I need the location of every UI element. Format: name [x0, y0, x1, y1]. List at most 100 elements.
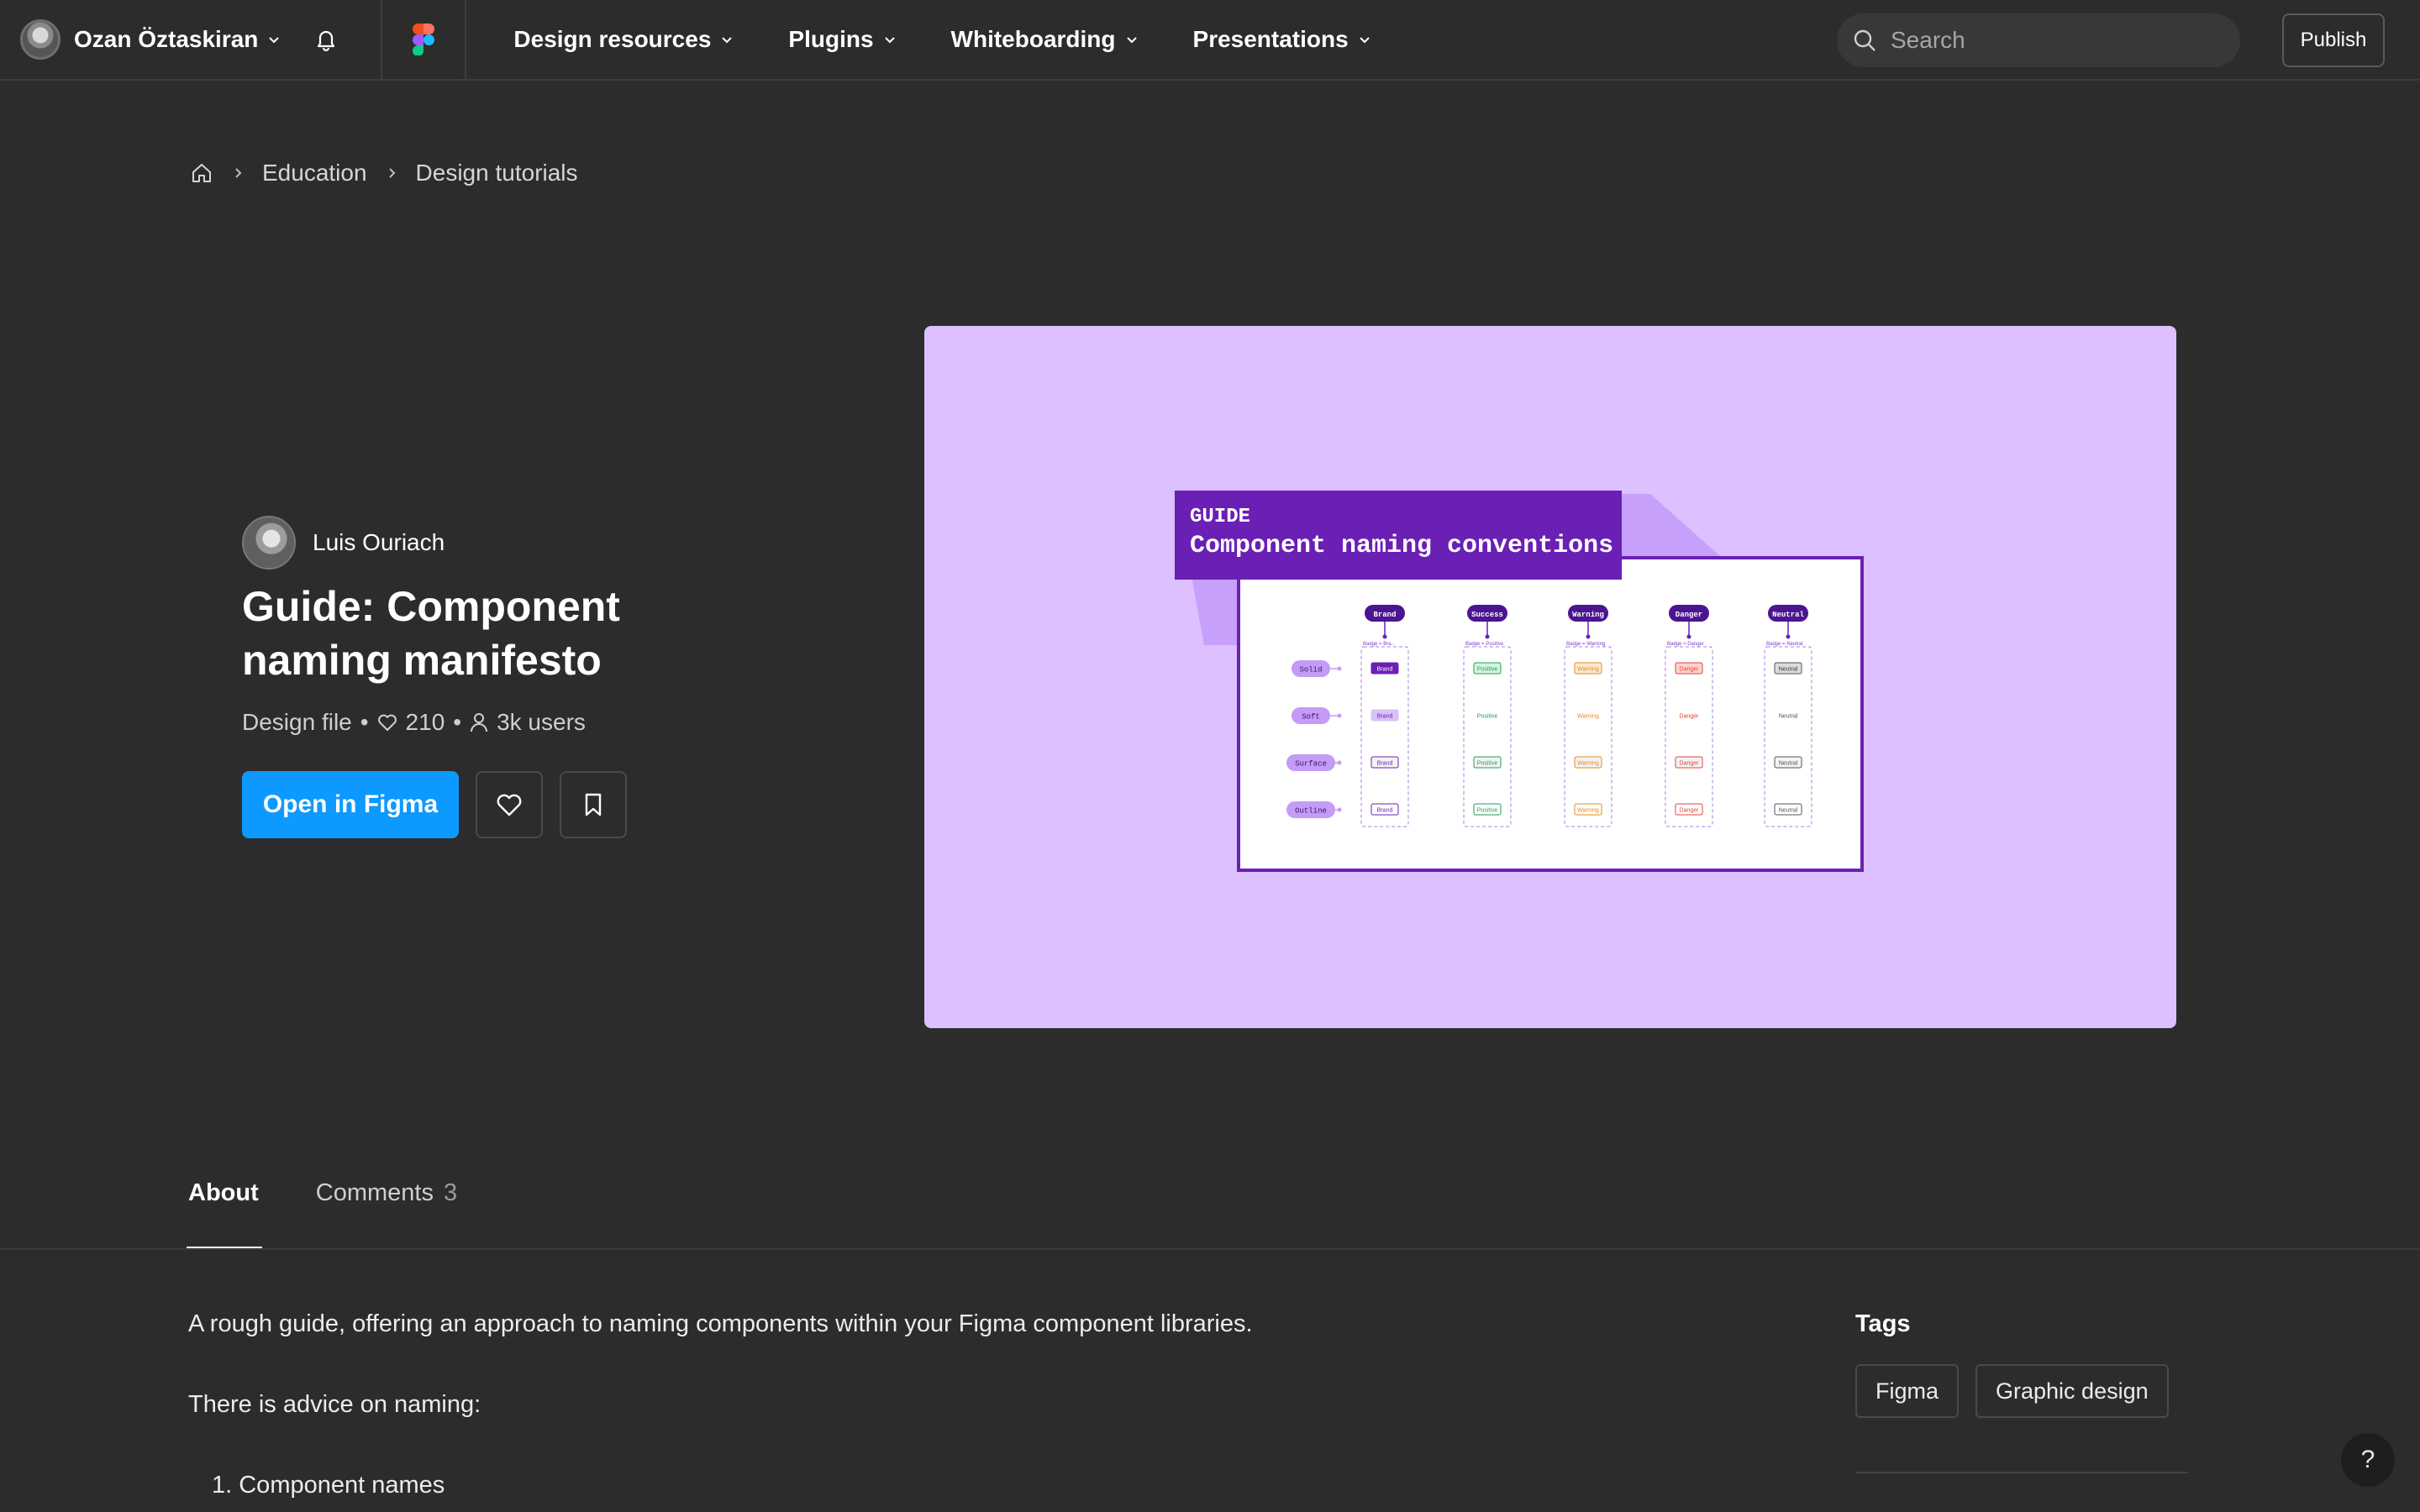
file-thumbnail[interactable]: Brand Badge = Bra.. Brand Brand Brand Brand Su…: [924, 326, 2176, 1028]
badge-label: Warning: [1577, 714, 1599, 720]
badge-label: Positive: [1477, 808, 1498, 814]
column-caption: Badge = Positive: [1465, 642, 1504, 647]
like-button[interactable]: [476, 771, 543, 838]
file-meta: Design file • 210 • 3k users: [242, 709, 586, 736]
open-in-figma-button[interactable]: Open in Figma: [242, 771, 459, 838]
nav-label: Presentations: [1192, 26, 1349, 52]
badge-label: Brand: [1377, 714, 1393, 720]
nav-presentations[interactable]: Presentations: [1193, 26, 1372, 53]
badge-label: Brand: [1377, 761, 1393, 767]
tags-title: Tags: [1855, 1310, 1911, 1337]
guide-tag-title: Component naming conventions: [1190, 532, 1614, 560]
user-name: Ozan Öztaskiran: [74, 26, 259, 52]
chevron-down-icon: [1359, 37, 1370, 44]
search-input[interactable]: [1891, 27, 2210, 54]
tag-graphic-design[interactable]: Graphic design: [1975, 1364, 2169, 1418]
tab-bar: About Comments 3: [187, 1179, 514, 1250]
guide-tag-label: GUIDE: [1190, 506, 1251, 528]
tab-label: Comments: [315, 1179, 434, 1206]
tab-label: About: [188, 1179, 259, 1206]
badge-label: Brand: [1377, 667, 1393, 673]
breadcrumb-design-tutorials[interactable]: Design tutorials: [416, 160, 578, 186]
divider: [465, 0, 467, 80]
badge-label: Positive: [1477, 714, 1498, 720]
nav-plugins[interactable]: Plugins: [788, 26, 897, 53]
badge-label: Neutral: [1779, 761, 1798, 767]
guide-tag: GUIDE Component naming conventions: [1175, 491, 1622, 580]
badge-label: Danger: [1680, 714, 1700, 720]
chevron-right-icon: [235, 168, 242, 178]
column-caption: Badge = Bra..: [1363, 642, 1394, 647]
meta-separator: •: [360, 709, 369, 735]
badge-label: Neutral: [1779, 808, 1798, 814]
page-title: Guide: Component naming manifesto: [242, 583, 620, 684]
badge-label: Positive: [1477, 761, 1498, 767]
figma-logo-icon[interactable]: [382, 0, 465, 80]
breadcrumb: Education Design tutorials: [190, 160, 578, 186]
bell-icon[interactable]: [312, 25, 340, 54]
user-icon: [471, 713, 488, 732]
likes-count: 210: [405, 709, 445, 735]
publish-button[interactable]: Publish: [2282, 13, 2385, 67]
search-box[interactable]: [1837, 13, 2240, 67]
column-label: Brand: [1373, 611, 1396, 619]
badge-label: Neutral: [1779, 667, 1798, 673]
tag-figma[interactable]: Figma: [1855, 1364, 1960, 1418]
badge-label: Danger: [1680, 808, 1700, 814]
row-connector-dot: [1337, 807, 1342, 812]
column-label: Neutral: [1772, 611, 1804, 619]
column-caption: Badge = Danger: [1667, 642, 1704, 647]
meta-separator: •: [453, 709, 462, 735]
heart-icon: [497, 794, 522, 816]
column-caption: Badge = Neutral: [1766, 642, 1803, 647]
divider: [0, 1248, 2420, 1250]
divider: [1855, 1472, 2188, 1473]
badge-label: Positive: [1477, 667, 1498, 673]
chevron-right-icon: [388, 168, 395, 178]
component-grid: Brand Badge = Bra.. Brand Brand Brand Brand Su…: [1286, 605, 1812, 827]
description-intro: A rough guide, offering an approach to n…: [188, 1310, 1253, 1337]
file-actions: Open in Figma: [242, 771, 627, 838]
badge-label: Danger: [1680, 667, 1700, 673]
badge-label: Danger: [1680, 761, 1700, 767]
breadcrumb-education[interactable]: Education: [262, 160, 367, 186]
thumbnail-board: Brand Badge = Bra.. Brand Brand Brand Brand Su…: [1237, 556, 1864, 872]
connector-dot: [1586, 634, 1591, 639]
file-type: Design file: [242, 709, 352, 735]
chevron-down-icon: [722, 37, 733, 44]
badge-label: Neutral: [1779, 714, 1798, 720]
author[interactable]: Luis Ouriach: [242, 516, 445, 570]
column-caption: Badge = Warning: [1566, 642, 1605, 647]
bookmark-icon: [585, 793, 602, 816]
home-icon[interactable]: [190, 161, 213, 185]
nav-design-resources[interactable]: Design resources: [513, 26, 734, 53]
help-button[interactable]: ?: [2341, 1433, 2395, 1487]
tab-about[interactable]: About: [187, 1179, 262, 1250]
author-name: Luis Ouriach: [313, 529, 445, 555]
nav-whiteboarding[interactable]: Whiteboarding: [951, 26, 1139, 53]
row-connector-dot: [1337, 666, 1342, 671]
badge-label: Warning: [1577, 667, 1599, 673]
row-label: Outline: [1295, 807, 1327, 816]
search-icon: [1854, 29, 1876, 51]
main-nav: Design resources Plugins Whiteboarding P…: [513, 26, 1425, 53]
bookmark-button[interactable]: [560, 771, 627, 838]
nav-label: Whiteboarding: [950, 26, 1116, 52]
tab-comments[interactable]: Comments 3: [316, 1179, 457, 1250]
row-label: Surface: [1295, 760, 1327, 769]
row-connector-dot: [1337, 760, 1342, 765]
badge-label: Brand: [1377, 808, 1393, 814]
column-label: Success: [1471, 611, 1503, 619]
account-menu[interactable]: Ozan Öztaskiran: [0, 0, 281, 80]
connector-dot: [1485, 634, 1490, 639]
badge-label: Warning: [1577, 808, 1599, 814]
row-connector-dot: [1337, 713, 1342, 718]
row-label: Solid: [1299, 666, 1322, 675]
chevron-down-icon: [269, 37, 280, 44]
heart-icon: [377, 714, 397, 731]
comments-count: 3: [443, 1179, 458, 1206]
chevron-down-icon: [884, 37, 895, 44]
users-count: 3k users: [497, 709, 586, 735]
nav-label: Design resources: [513, 26, 712, 52]
description-list-item: 1. Component names: [212, 1472, 445, 1499]
